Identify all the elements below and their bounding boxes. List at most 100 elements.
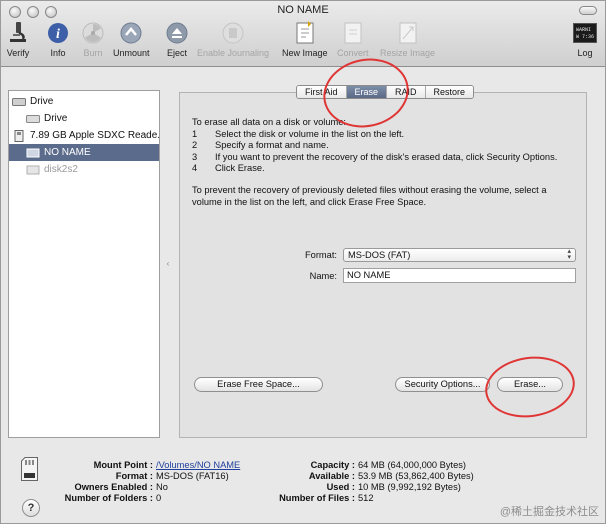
toolbar: Verify i Info Burn Unmount Eject Enable …: [1, 20, 605, 64]
toolbar-toggle-button[interactable]: [579, 6, 597, 15]
eject-icon: [164, 20, 190, 46]
sd-card-icon: [14, 129, 24, 142]
info-row-owners: Owners Enabled : No: [41, 482, 168, 493]
files-value: 512: [358, 493, 374, 503]
log-button[interactable]: WARNI W 7:36 Log: [572, 20, 598, 58]
info-row-mount-point: Mount Point : /Volumes/NO NAME: [41, 460, 241, 471]
format-row: Format: MS-DOS (FAT) ▴ ▾: [287, 248, 576, 262]
info-button[interactable]: i Info: [45, 20, 71, 58]
hard-drive-icon: [26, 114, 40, 123]
burn-button[interactable]: Burn: [80, 20, 106, 58]
volume-label: disk2s2: [44, 164, 78, 175]
step-text: Specify a format and name.: [215, 140, 329, 151]
verify-button[interactable]: Verify: [5, 20, 31, 58]
hard-drive-icon: [12, 97, 26, 106]
enable-journaling-label: Enable Journaling: [197, 48, 270, 58]
resize-image-label: Resize Image: [380, 48, 436, 58]
info-row-capacity: Capacity : 64 MB (64,000,000 Bytes): [271, 460, 466, 471]
step-item: 2 Specify a format and name.: [192, 140, 577, 152]
journaling-icon: [220, 20, 246, 46]
resize-image-icon: [395, 20, 421, 46]
convert-button[interactable]: Convert: [337, 20, 369, 58]
device-list[interactable]: Drive Drive 7.89 GB Apple SDXC Reade... …: [8, 90, 160, 438]
info-row-used: Used : 10 MB (9,992,192 Bytes): [271, 482, 461, 493]
step-number: 3: [192, 151, 198, 162]
burn-label: Burn: [83, 48, 103, 58]
name-row: Name: NO NAME: [287, 268, 576, 283]
volume-disk2s2-row[interactable]: disk2s2: [9, 161, 159, 178]
radiation-icon: [80, 20, 106, 46]
erase-free-space-button[interactable]: Erase Free Space...: [194, 377, 323, 392]
step-item: 4 Click Erase.: [192, 163, 577, 175]
volume-label: NO NAME: [44, 147, 91, 158]
format-value: MS-DOS (FAT): [348, 250, 411, 260]
volume-drive-row[interactable]: Drive: [9, 110, 159, 127]
volume-icon: [26, 165, 40, 174]
unmount-icon: [118, 20, 144, 46]
available-key: Available :: [308, 471, 355, 481]
verify-label: Verify: [6, 48, 30, 58]
microscope-icon: [5, 20, 31, 46]
unmount-label: Unmount: [113, 48, 150, 58]
title-toolbar: NO NAME Verify i Info Burn Unmount Eject…: [1, 1, 605, 67]
enable-journaling-button[interactable]: Enable Journaling: [197, 20, 269, 58]
info-row-available: Available : 53.9 MB (53,862,400 Bytes): [271, 471, 474, 482]
mount-point-key: Mount Point :: [93, 460, 153, 470]
format-label: Format:: [304, 250, 337, 260]
svg-text:W 7:36: W 7:36: [576, 34, 594, 40]
device-sdxc-row[interactable]: 7.89 GB Apple SDXC Reade...: [9, 127, 159, 144]
eject-label: Eject: [166, 48, 187, 58]
convert-icon: [340, 20, 366, 46]
volume-no-name-row[interactable]: NO NAME: [9, 144, 159, 161]
step-item: 3 If you want to prevent the recovery of …: [192, 152, 577, 164]
new-image-button[interactable]: New Image: [282, 20, 328, 58]
folders-key: Number of Folders :: [64, 493, 153, 503]
step-text: Click Erase.: [215, 163, 265, 174]
used-value: 10 MB (9,992,192 Bytes): [358, 482, 461, 492]
help-button[interactable]: ?: [22, 499, 40, 517]
capacity-key: Capacity :: [310, 460, 355, 470]
info-row-format: Format : MS-DOS (FAT16): [41, 471, 229, 482]
volume-icon: [26, 148, 40, 157]
erase-instructions: To erase all data on a disk or volume: 1…: [192, 117, 577, 208]
info-row-files: Number of Files : 512: [271, 493, 374, 504]
disk-utility-window: NO NAME Verify i Info Burn Unmount Eject…: [0, 0, 606, 524]
new-image-label: New Image: [282, 48, 328, 58]
security-options-button[interactable]: Security Options...: [395, 377, 490, 392]
svg-text:WARNI: WARNI: [576, 27, 591, 33]
window-title: NO NAME: [277, 4, 329, 16]
erase-free-space-text: To prevent the recovery of previously de…: [192, 184, 547, 207]
step-number: 2: [192, 140, 198, 151]
split-view-handle[interactable]: ‹: [164, 259, 172, 269]
step-text: If you want to prevent the recovery of t…: [215, 151, 558, 162]
format-select[interactable]: MS-DOS (FAT) ▴ ▾: [343, 248, 576, 262]
format-value-text: MS-DOS (FAT16): [156, 471, 229, 481]
device-drive-row[interactable]: Drive: [9, 93, 159, 110]
step-text: Select the disk or volume in the list on…: [215, 128, 405, 139]
owners-value: No: [156, 482, 168, 492]
used-key: Used :: [326, 482, 355, 492]
tab-restore[interactable]: Restore: [425, 86, 474, 98]
convert-label: Convert: [337, 48, 369, 58]
mount-point-link[interactable]: /Volumes/NO NAME: [156, 460, 240, 471]
format-key: Format :: [115, 471, 153, 481]
files-key: Number of Files :: [279, 493, 355, 503]
step-number: 1: [192, 128, 198, 139]
volume-label: Drive: [44, 113, 68, 124]
popup-arrows-icon: ▴ ▾: [567, 248, 571, 261]
eject-button[interactable]: Eject: [164, 20, 190, 58]
log-label: Log: [577, 48, 593, 58]
info-row-folders: Number of Folders : 0: [41, 493, 162, 504]
svg-text:i: i: [56, 27, 60, 42]
resize-image-button[interactable]: Resize Image: [380, 20, 435, 58]
device-label: 7.89 GB Apple SDXC Reade...: [30, 130, 159, 141]
available-value: 53.9 MB (53,862,400 Bytes): [358, 471, 474, 481]
folders-value: 0: [156, 493, 162, 503]
step-item: 1 Select the disk or volume in the list …: [192, 129, 577, 141]
unmount-button[interactable]: Unmount: [113, 20, 150, 58]
info-label: Info: [50, 48, 66, 58]
volume-name-input[interactable]: NO NAME: [343, 268, 576, 283]
device-label: Drive: [30, 96, 54, 107]
step-number: 4: [192, 163, 198, 174]
log-console-icon: WARNI W 7:36: [572, 20, 598, 46]
